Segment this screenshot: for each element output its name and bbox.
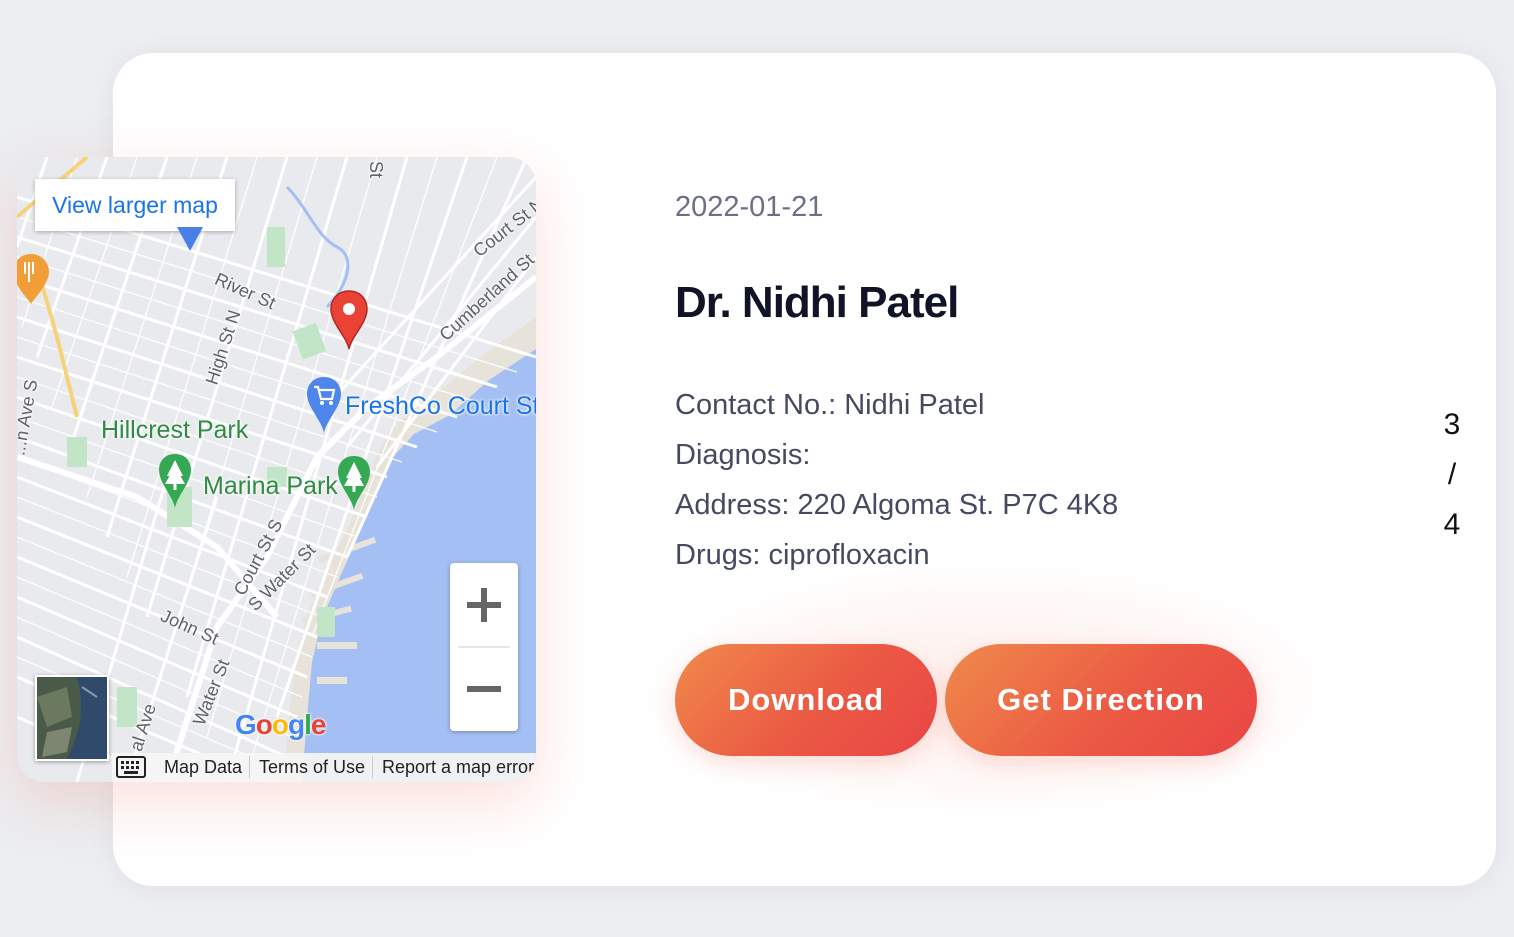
pager-total: 4 [1443, 508, 1461, 541]
keyboard-shortcuts-icon[interactable] [116, 756, 146, 778]
satellite-toggle[interactable] [35, 675, 109, 761]
doctor-name: Dr. Nidhi Patel [675, 278, 959, 327]
footer-divider [249, 756, 250, 778]
map-data-link[interactable]: Map Data [164, 757, 242, 778]
record-date: 2022-01-21 [675, 191, 824, 223]
google-logo: Google [235, 709, 326, 740]
embedded-map[interactable]: View larger map Hillcrest Park Marina Pa… [17, 157, 536, 782]
shopping-cart-icon[interactable] [305, 375, 343, 435]
report-map-error-link[interactable]: Report a map error [382, 757, 534, 778]
zoom-control [450, 563, 518, 731]
diagnosis: Diagnosis: [675, 439, 811, 471]
map-footer: Map Data Terms of Use Report a map error [112, 753, 536, 782]
park-tree-icon-hillcrest[interactable] [157, 452, 193, 510]
red-marker-icon[interactable] [329, 289, 369, 351]
contact-number: Contact No.: Nidhi Patel [675, 389, 985, 421]
pager-separator: / [1447, 458, 1457, 491]
map-label-freshco: FreshCo Court Str [345, 392, 536, 420]
pager-current: 3 [1443, 408, 1461, 441]
satellite-thumbnail [37, 677, 107, 759]
zoom-out-button[interactable] [450, 647, 518, 731]
address: Address: 220 Algoma St. P7C 4K8 [675, 489, 1119, 521]
pagination-indicator: 3 / 4 [1436, 400, 1468, 550]
download-button[interactable]: Download [675, 644, 937, 756]
get-direction-button[interactable]: Get Direction [945, 644, 1257, 756]
drugs: Drugs: ciprofloxacin [675, 539, 930, 571]
footer-divider [372, 756, 373, 778]
restaurant-pin-icon[interactable] [17, 252, 51, 307]
zoom-in-button[interactable] [450, 563, 518, 647]
view-larger-map-link[interactable]: View larger map [35, 179, 235, 231]
map-label-st: St [366, 160, 387, 179]
map-label-hillcrest-park: Hillcrest Park [101, 416, 249, 444]
terms-of-use-link[interactable]: Terms of Use [259, 757, 365, 778]
park-tree-icon-marina[interactable] [336, 454, 372, 512]
map-label-marina-park: Marina Park [203, 472, 338, 500]
location-pin-icon [177, 227, 203, 251]
